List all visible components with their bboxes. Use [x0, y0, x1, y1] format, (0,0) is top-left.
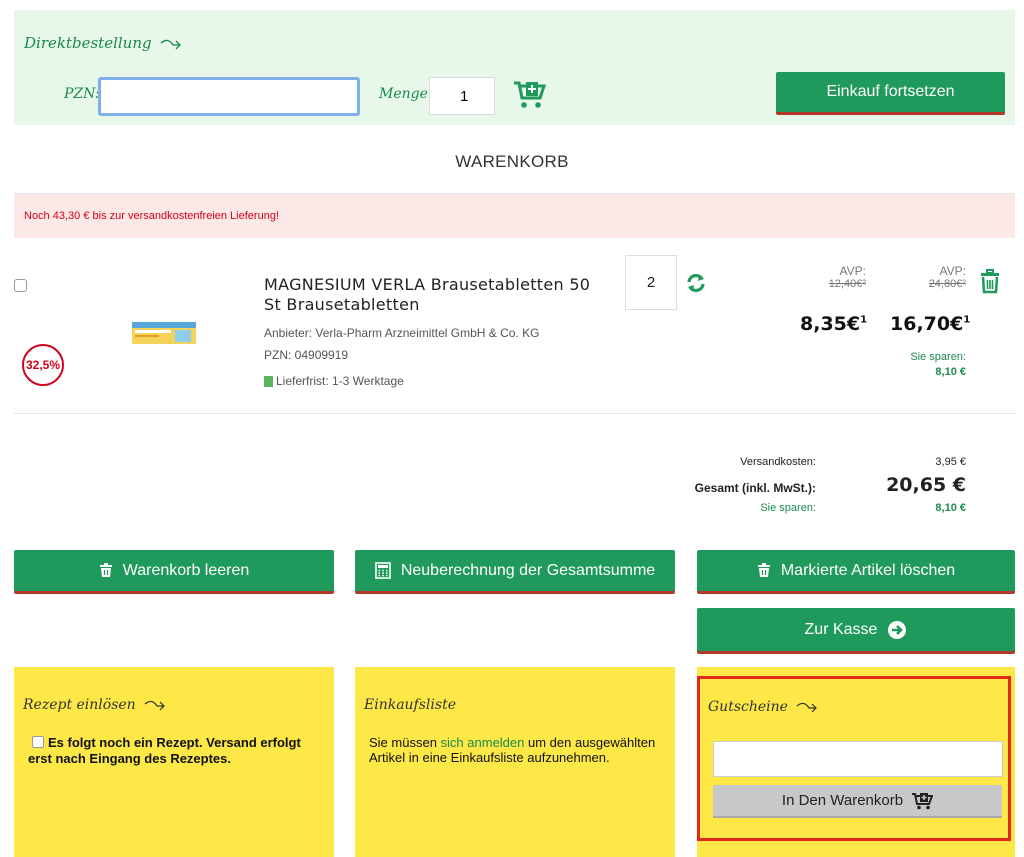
recalculate-label: Neuberechnung der Gesamtsumme [400, 561, 656, 579]
product-saving-label: Sie sparen: [910, 351, 966, 363]
availability-indicator-icon [264, 375, 273, 387]
checkout-label: Zur Kasse [804, 620, 878, 638]
product-quantity-input[interactable]: 2 [625, 255, 677, 310]
gutscheine-title: Gutscheine [708, 699, 818, 715]
delivery-text: Lieferfrist: 1-3 Werktage [276, 374, 404, 388]
einkaufsliste-panel: Einkaufsliste Sie müssen sich anmelden u… [355, 667, 675, 857]
total-avp-label: AVP: [939, 264, 966, 278]
grand-total-label: Gesamt (inkl. MwSt.): [694, 481, 816, 495]
voucher-submit-label: In Den Warenkorb [781, 792, 904, 809]
line-total-price-footnote: 1 [963, 314, 971, 326]
line-total-price-value: 16,70€ [890, 313, 964, 335]
checkout-button[interactable]: Zur Kasse [697, 608, 1015, 654]
rezept-panel: Rezept einlösen Es folgt noch ein Rezept… [14, 667, 334, 857]
gutscheine-highlight: Gutscheine In Den Warenkorb [697, 676, 1011, 841]
shipping-cost-value: 3,95 € [935, 456, 966, 468]
shipping-cost-label: Versandkosten: [740, 456, 816, 468]
product-image [132, 322, 196, 344]
recalculate-button[interactable]: Neuberechnung der Gesamtsumme [355, 550, 675, 594]
login-link[interactable]: sich anmelden [441, 735, 525, 750]
pzn-input[interactable] [98, 77, 360, 116]
clear-cart-label: Warenkorb leeren [122, 561, 250, 579]
total-saving-value: 8,10 € [935, 502, 966, 514]
product-select-checkbox[interactable] [14, 279, 27, 292]
unit-price-value: 8,35€ [800, 313, 861, 335]
rezept-checkbox[interactable] [32, 736, 44, 748]
product-saving-value: 8,10 € [935, 366, 966, 378]
total-saving-label: Sie sparen: [760, 502, 816, 514]
page-title: WARENKORB [455, 152, 569, 171]
rezept-option[interactable]: Es folgt noch ein Rezept. Versand erfolg… [28, 735, 318, 767]
trash-icon [757, 563, 770, 577]
grand-total-value: 20,65 € [886, 474, 966, 496]
pzn-label: PZN: [64, 86, 100, 102]
arrow-right-circle-icon [888, 620, 907, 639]
menge-input[interactable] [429, 77, 495, 115]
voucher-input[interactable] [713, 741, 1003, 777]
trash-icon [99, 563, 112, 577]
clear-cart-button[interactable]: Warenkorb leeren [14, 550, 334, 594]
unit-avp-old-price: 12,40€² [828, 278, 866, 290]
refresh-icon[interactable] [685, 272, 707, 294]
discount-badge: 32,5% [22, 344, 64, 386]
curved-arrow-icon [797, 702, 818, 713]
direct-order-panel: Direktbestellung PZN: Menge: Einkauf for… [14, 10, 1015, 125]
add-to-cart-icon [912, 792, 934, 809]
calculator-icon [375, 562, 391, 579]
rezept-option-text: Es folgt noch ein Rezept. Versand erfolg… [28, 735, 301, 766]
gutscheine-title-text: Gutscheine [708, 699, 788, 715]
curved-arrow-icon [160, 39, 182, 50]
product-pzn: PZN: 04909919 [264, 348, 349, 362]
direct-order-title: Direktbestellung [24, 34, 182, 52]
rezept-title: Rezept einlösen [23, 697, 166, 713]
continue-shopping-button[interactable]: Einkauf fortsetzen [776, 72, 1005, 115]
shipping-notice: Noch 43,30 € bis zur versandkostenfreien… [14, 194, 1015, 238]
einkaufsliste-text-before: Sie müssen [369, 735, 441, 750]
total-avp-old-price: 24,80€² [928, 278, 966, 290]
trash-icon[interactable] [978, 268, 1002, 294]
unit-avp-label: AVP: [839, 264, 866, 278]
unit-price: 8,35€1 [800, 313, 868, 335]
voucher-submit-button[interactable]: In Den Warenkorb [713, 785, 1002, 818]
delete-marked-label: Markierte Artikel löschen [780, 561, 956, 579]
add-to-cart-icon[interactable] [513, 80, 547, 110]
product-name[interactable]: MAGNESIUM VERLA Brausetabletten 50 St Br… [264, 275, 604, 315]
direct-order-title-text: Direktbestellung [24, 34, 152, 52]
menge-label: Menge: [379, 86, 433, 102]
product-saving: Sie sparen: 8,10 € [880, 350, 966, 380]
unit-price-footnote: 1 [860, 314, 868, 326]
delete-marked-button[interactable]: Markierte Artikel löschen [697, 550, 1015, 594]
line-total-price: 16,70€1 [890, 313, 970, 335]
einkaufsliste-title: Einkaufsliste [364, 697, 456, 713]
divider [14, 413, 1015, 414]
rezept-title-text: Rezept einlösen [23, 697, 136, 713]
product-delivery: Lieferfrist: 1-3 Werktage [264, 374, 404, 388]
einkaufsliste-text: Sie müssen sich anmelden um den ausgewäh… [369, 735, 669, 765]
curved-arrow-icon [144, 700, 166, 711]
total-avp: AVP: 24,80€² [910, 264, 966, 290]
cart-page: Direktbestellung PZN: Menge: Einkauf for… [0, 0, 1024, 857]
product-provider: Anbieter: Verla-Pharm Arzneimittel GmbH … [264, 326, 540, 340]
unit-avp: AVP: 12,40€² [818, 264, 866, 290]
